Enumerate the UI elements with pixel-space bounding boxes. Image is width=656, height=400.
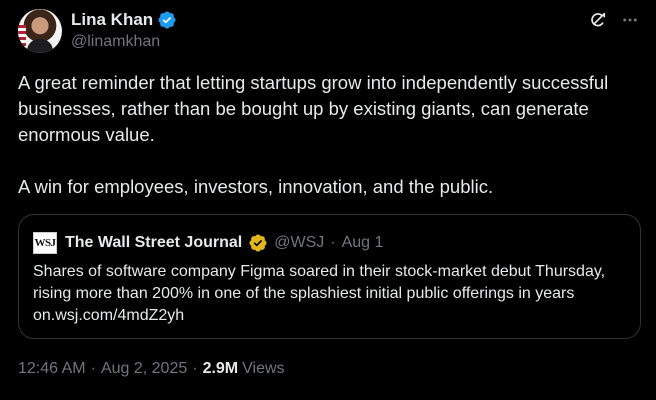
meta-separator: · <box>330 234 336 251</box>
quoted-post[interactable]: WSJ The Wall Street Journal @WSJ · Aug 1… <box>18 214 641 339</box>
author-display-name[interactable]: Lina Khan <box>71 10 153 30</box>
verified-badge-icon <box>157 10 177 30</box>
post: Lina Khan @linamkhan A great reminder th… <box>0 0 656 400</box>
quoted-text-block: Shares of software company Figma soared … <box>33 261 623 327</box>
quoted-handle: @WSJ <box>274 234 325 251</box>
quoted-post-header: WSJ The Wall Street Journal @WSJ · Aug 1 <box>33 232 383 254</box>
avatar-shoulders <box>27 39 53 53</box>
more-icon[interactable] <box>621 11 639 29</box>
meta-separator: · <box>192 360 198 377</box>
post-text: A great reminder that letting startups g… <box>18 70 643 200</box>
quoted-text: Shares of software company Figma soared … <box>33 263 606 302</box>
avatar[interactable] <box>18 9 62 53</box>
verified-badge-icon <box>248 233 268 253</box>
quoted-link[interactable]: on.wsj.com/4mdZ2yh <box>33 307 184 324</box>
post-paragraph: A win for employees, investors, innovati… <box>18 176 494 197</box>
quoted-date: Aug 1 <box>341 234 384 251</box>
post-time[interactable]: 12:46 AM <box>18 360 86 378</box>
post-actions-top <box>588 10 639 30</box>
author-handle[interactable]: @linamkhan <box>71 33 160 51</box>
flag-detail <box>18 25 26 49</box>
post-date[interactable]: Aug 2, 2025 <box>101 360 187 378</box>
views-label: Views <box>242 360 285 377</box>
meta-separator: · <box>90 360 96 377</box>
grok-icon[interactable] <box>588 10 608 30</box>
post-paragraph: A great reminder that letting startups g… <box>18 72 609 145</box>
wsj-logo-icon: WSJ <box>33 232 57 254</box>
quoted-display-name: The Wall Street Journal <box>65 234 243 251</box>
author-name-row: Lina Khan <box>71 10 177 30</box>
views-count: 2.9M <box>202 360 239 377</box>
post-meta-footer: 12:46 AM · Aug 2, 2025 · 2.9M Views <box>18 360 285 378</box>
